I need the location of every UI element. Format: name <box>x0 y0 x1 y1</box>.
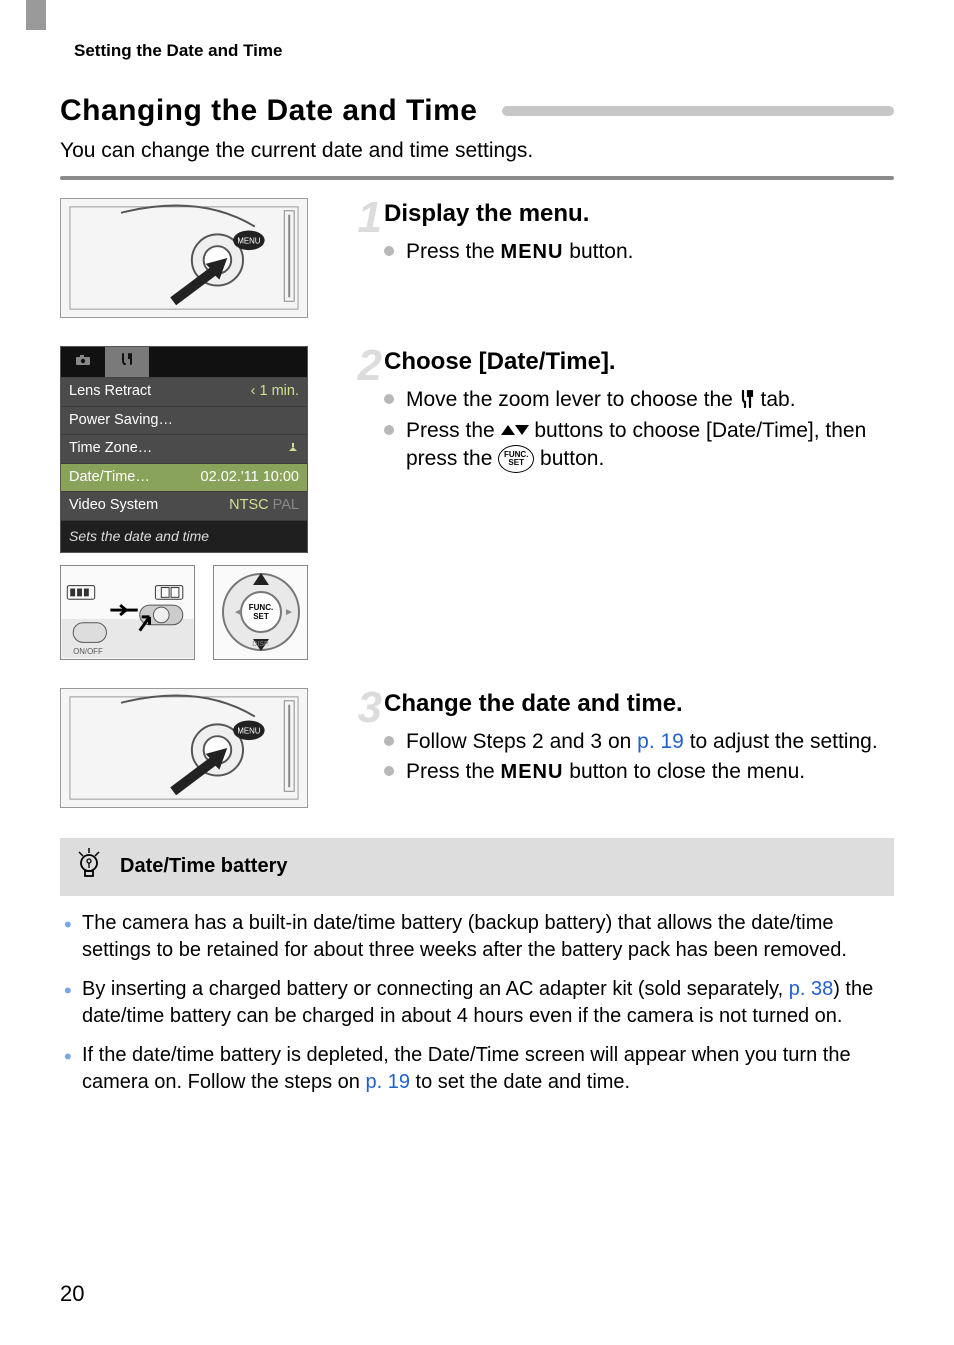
menu-footer: Sets the date and time <box>61 521 307 552</box>
page-link[interactable]: p. 38 <box>789 978 833 1000</box>
step-1: MENU 1 Display the menu. Press the MENU … <box>60 198 894 318</box>
menu-row: Power Saving… <box>61 407 307 436</box>
illustration-press-menu: MENU <box>60 198 308 318</box>
step-2: Lens Retract‹ 1 min. Power Saving… Time … <box>60 346 894 660</box>
heading-rule <box>502 106 895 116</box>
menu-row: Time Zone… <box>61 435 307 464</box>
step-title: Change the date and time. <box>384 688 894 720</box>
svg-text:FUNC.: FUNC. <box>248 603 272 612</box>
menu-row: Video SystemNTSC PAL <box>61 492 307 521</box>
step-title: Choose [Date/Time]. <box>384 346 894 378</box>
running-head: Setting the Date and Time <box>74 40 894 63</box>
illustration-menu-screen: Lens Retract‹ 1 min. Power Saving… Time … <box>60 346 308 553</box>
page-link[interactable]: p. 19 <box>365 1071 409 1093</box>
svg-text:ON/OFF: ON/OFF <box>73 647 103 656</box>
illustration-dpad: FUNC. SET ◄ ► DISP. <box>213 565 308 660</box>
step-number: 1 <box>338 198 384 269</box>
svg-text:►: ► <box>284 607 294 618</box>
svg-text:MENU: MENU <box>237 726 260 735</box>
step-3: MENU 3 Change the date and time. Follow … <box>60 688 894 808</box>
svg-text:MENU: MENU <box>237 236 260 245</box>
tools-tab-icon <box>739 386 755 414</box>
illustration-press-menu-2: MENU <box>60 688 308 808</box>
svg-text:SET: SET <box>253 612 269 621</box>
step-title: Display the menu. <box>384 198 894 230</box>
tip-box: Date/Time battery The camera has a built… <box>60 838 894 1096</box>
step-bullet: Press the MENU button to close the menu. <box>384 758 894 786</box>
menu-icon: MENU <box>501 761 564 783</box>
step-bullet: Press the MENU button. <box>384 238 894 266</box>
tip-item: By inserting a charged battery or connec… <box>60 976 894 1030</box>
tip-item: The camera has a built-in date/time batt… <box>60 910 894 964</box>
svg-text:DISP.: DISP. <box>252 641 269 648</box>
func-set-icon: FUNC.SET <box>498 445 534 473</box>
divider <box>60 176 894 180</box>
step-bullet: Press the buttons to choose [Date/Time],… <box>384 417 894 474</box>
menu-tab-tools <box>105 347 149 377</box>
tip-title: Date/Time battery <box>120 853 287 880</box>
page-title: Changing the Date and Time <box>60 91 478 132</box>
menu-tab-camera <box>61 347 105 377</box>
illustration-camera-top: ON/OFF <box>60 565 195 660</box>
svg-text:◄: ◄ <box>233 607 243 618</box>
menu-icon: MENU <box>501 241 564 263</box>
tip-icon <box>76 848 102 886</box>
menu-row: Lens Retract‹ 1 min. <box>61 378 307 407</box>
tip-item: If the date/time battery is depleted, th… <box>60 1042 894 1096</box>
menu-row-selected: Date/Time…02.02.'11 10:00 <box>61 464 307 493</box>
step-number: 2 <box>338 346 384 476</box>
step-bullet: Follow Steps 2 and 3 on p. 19 to adjust … <box>384 728 894 756</box>
intro-text: You can change the current date and time… <box>60 137 894 165</box>
step-bullet: Move the zoom lever to choose the tab. <box>384 386 894 414</box>
up-down-icon <box>501 419 529 442</box>
section-tab <box>26 0 46 30</box>
page-link[interactable]: p. 19 <box>637 730 684 753</box>
step-number: 3 <box>338 688 384 789</box>
page-number: 20 <box>60 1279 84 1309</box>
